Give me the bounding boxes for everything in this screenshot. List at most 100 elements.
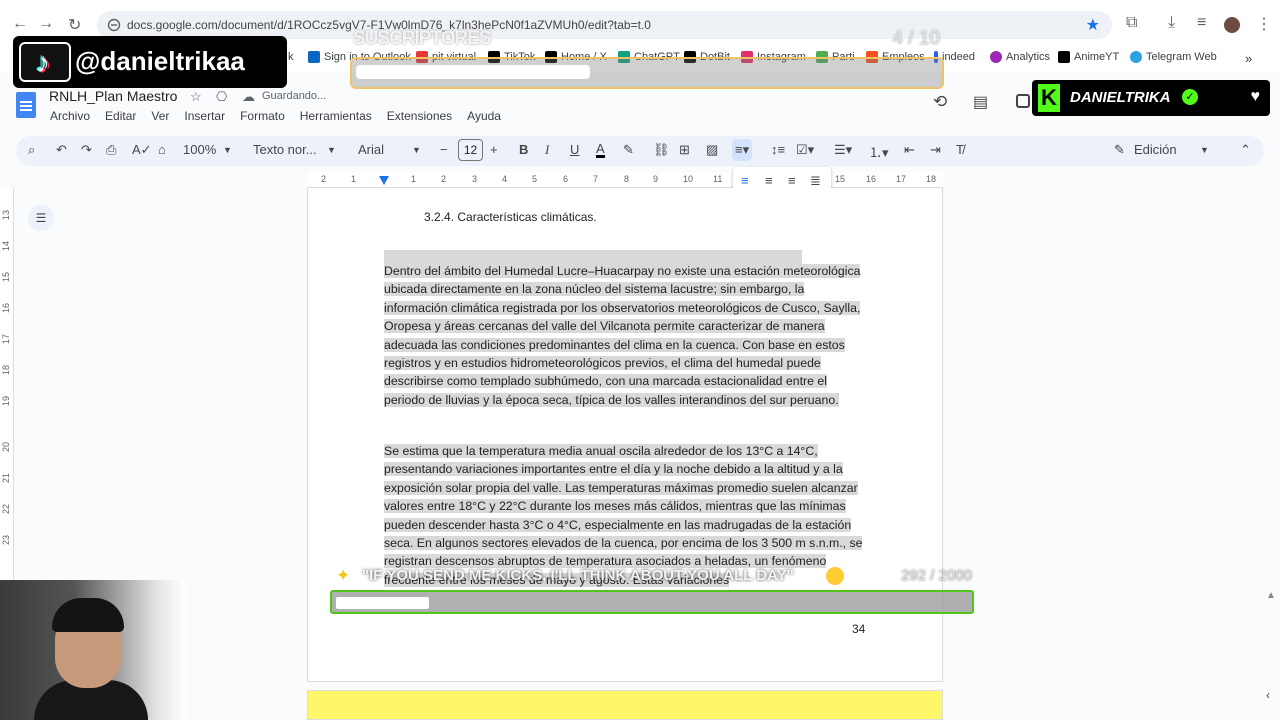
history-icon[interactable]: ⟲: [933, 92, 947, 112]
decrease-indent-icon[interactable]: ⇤: [904, 142, 915, 158]
next-page[interactable]: [307, 690, 943, 720]
style-select[interactable]: Texto nor...: [253, 142, 317, 157]
text-color-icon[interactable]: A: [596, 142, 605, 158]
spellcheck-icon[interactable]: A✓: [132, 142, 152, 158]
ruler-number: 6: [563, 174, 569, 184]
bookmark-item[interactable]: Telegram Web: [1130, 51, 1217, 63]
sparkle-icon: ✦: [336, 566, 351, 585]
menu-herramientas[interactable]: Herramientas: [300, 109, 372, 123]
link-icon[interactable]: ⛓: [653, 142, 670, 158]
menu-editar[interactable]: Editar: [105, 109, 136, 123]
align-select[interactable]: ≡▾: [732, 139, 753, 161]
bookmark-label: indeed: [942, 51, 976, 63]
vruler-number: 22: [1, 503, 12, 515]
menu-insertar[interactable]: Insertar: [184, 109, 225, 123]
chevron-down-icon[interactable]: ▼: [223, 145, 232, 155]
ruler-number: 16: [866, 174, 877, 184]
paragraph-1[interactable]: Dentro del ámbito del Humedal Lucre–Huac…: [384, 262, 868, 409]
align-center-icon[interactable]: ≡: [765, 173, 773, 188]
subs-goal-count: 4 / 10: [892, 28, 940, 49]
align-left-icon[interactable]: ≡: [741, 173, 749, 188]
underline-icon[interactable]: U: [570, 142, 579, 157]
ruler-number: 11: [713, 174, 723, 184]
vruler-number: 20: [1, 441, 12, 453]
bookmark-item[interactable]: AnimeYT: [1058, 51, 1119, 63]
line-spacing-icon[interactable]: ↕≡: [771, 142, 785, 157]
media-control-icon[interactable]: ≡: [1197, 14, 1206, 32]
ruler-number: 17: [896, 174, 907, 184]
bookmark-item[interactable]: k: [288, 51, 294, 63]
profile-avatar[interactable]: [1224, 17, 1240, 33]
kebab-menu-icon[interactable]: ⋮: [1256, 14, 1272, 34]
ruler-number: 2: [321, 174, 327, 184]
insert-image-icon[interactable]: ▨: [706, 142, 718, 158]
reload-icon[interactable]: ↻: [68, 15, 81, 35]
heart-icon: ♥: [1250, 88, 1261, 105]
extensions-icon[interactable]: ⧉: [1126, 14, 1137, 32]
menu-extensiones[interactable]: Extensiones: [387, 109, 452, 123]
document-title[interactable]: RNLH_Plan Maestro: [49, 88, 177, 104]
menu-archivo[interactable]: Archivo: [50, 109, 90, 123]
decrease-font-size-icon[interactable]: −: [440, 142, 448, 157]
redo-icon[interactable]: ↷: [81, 142, 92, 158]
increase-indent-icon[interactable]: ⇥: [930, 142, 941, 158]
font-size-input[interactable]: 12: [458, 139, 483, 161]
ruler-number: 18: [926, 174, 937, 184]
hide-menus-icon[interactable]: ⌃: [1240, 142, 1251, 158]
bold-icon[interactable]: B: [519, 142, 528, 157]
more-bookmarks-icon[interactable]: »: [1245, 51, 1252, 66]
download-icon[interactable]: ⤓: [1168, 14, 1175, 32]
meet-icon[interactable]: [1016, 94, 1030, 108]
kicks-goal-bar: [330, 590, 974, 614]
ruler-number: 4: [502, 174, 508, 184]
menu-ayuda[interactable]: Ayuda: [467, 109, 501, 123]
bookmark-item[interactable]: Analytics: [990, 51, 1050, 63]
bookmark-label: AnimeYT: [1074, 51, 1120, 63]
animeyt-icon: [1058, 51, 1070, 63]
subscribers-goal-overlay: SUSCRIPTORES 4 / 10: [350, 28, 944, 90]
star-icon[interactable]: ☆: [190, 89, 202, 105]
back-icon[interactable]: ←: [12, 15, 28, 33]
site-info-icon[interactable]: [107, 18, 121, 32]
chevron-down-icon[interactable]: ▼: [412, 145, 421, 155]
search-menus-icon[interactable]: ⌕: [28, 142, 35, 158]
google-docs-logo-icon[interactable]: [16, 92, 36, 118]
increase-font-size-icon[interactable]: +: [490, 142, 498, 157]
clear-formatting-icon[interactable]: T̸: [956, 142, 964, 157]
font-select[interactable]: Arial: [358, 142, 384, 157]
comments-icon[interactable]: ▤: [973, 92, 988, 112]
add-comment-icon[interactable]: ⊞: [679, 142, 690, 158]
align-right-icon[interactable]: ≡: [788, 173, 796, 188]
kick-logo-icon: K: [1038, 84, 1060, 112]
bookmark-star-icon[interactable]: ★: [1086, 15, 1100, 35]
document-outline-icon[interactable]: ☰: [28, 205, 54, 231]
numbered-list-icon[interactable]: ⒈▾: [869, 142, 889, 161]
vruler-number: 18: [1, 364, 12, 376]
print-icon[interactable]: ⎙: [106, 142, 116, 158]
editing-mode-select[interactable]: Edición: [1134, 142, 1177, 157]
highlight-icon[interactable]: ✎: [623, 142, 634, 158]
smirk-emoji-icon: [826, 567, 844, 585]
checklist-icon[interactable]: ☑▾: [796, 142, 814, 158]
ruler-number: 15: [835, 174, 846, 184]
vruler-number: 16: [1, 302, 12, 314]
undo-icon[interactable]: ↶: [56, 142, 67, 158]
expand-panel-icon[interactable]: ‹: [1266, 688, 1270, 702]
ruler-number: 9: [653, 174, 659, 184]
move-icon[interactable]: ⎔: [216, 89, 227, 105]
indent-marker-icon[interactable]: [379, 176, 389, 185]
menu-ver[interactable]: Ver: [151, 109, 169, 123]
bookmark-label: Telegram Web: [1146, 51, 1217, 63]
vruler-number: 14: [1, 240, 12, 252]
zoom-select[interactable]: 100%: [183, 142, 216, 157]
forward-icon[interactable]: →: [38, 15, 54, 33]
align-justify-icon[interactable]: ≣: [810, 173, 821, 189]
chevron-down-icon[interactable]: ▼: [327, 145, 336, 155]
menu-formato[interactable]: Formato: [240, 109, 285, 123]
chevron-down-icon[interactable]: ▼: [1200, 145, 1209, 155]
scroll-up-icon[interactable]: ▲: [1266, 590, 1276, 601]
ruler-number: 7: [593, 174, 599, 184]
italic-icon[interactable]: I: [545, 142, 549, 158]
paint-format-icon[interactable]: ⌂: [158, 142, 166, 157]
bulleted-list-icon[interactable]: ☰▾: [834, 142, 852, 158]
